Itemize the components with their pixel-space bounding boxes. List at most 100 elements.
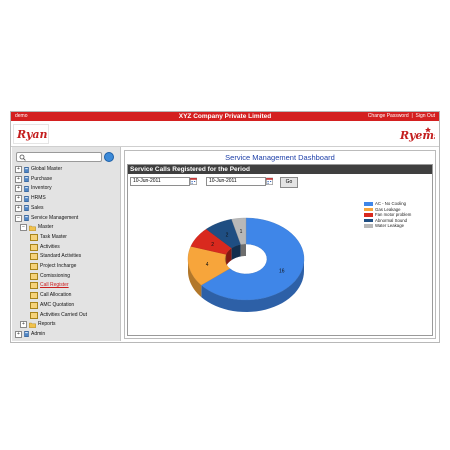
sidebar-item-activities-carried-out[interactable]: Activities Carried Out xyxy=(30,311,87,320)
app-window: demo XYZ Company Private Limited Change … xyxy=(10,111,440,343)
legend-swatch xyxy=(364,224,373,228)
main-content: Service Management Dashboard Service Cal… xyxy=(124,150,436,339)
sidebar-item-label: HRMS xyxy=(31,195,46,202)
sidebar-item-reports[interactable]: + Reports xyxy=(20,320,56,329)
expand-icon[interactable]: + xyxy=(15,330,22,338)
page-icon xyxy=(30,282,38,290)
sidebar-item-label: Activities Carried Out xyxy=(40,311,87,318)
expand-icon[interactable]: + xyxy=(15,195,22,203)
module-icon xyxy=(24,205,29,212)
page-icon xyxy=(30,311,38,319)
sidebar-item-label: Standard Activities xyxy=(40,253,82,260)
menu-search-input[interactable] xyxy=(16,152,102,162)
donut-value-label: 2 xyxy=(211,242,214,248)
legend-swatch xyxy=(364,202,373,206)
sidebar-item-label: Purchase xyxy=(31,175,53,182)
page-icon xyxy=(30,253,38,261)
sidebar-item-label: Global Master xyxy=(31,166,63,172)
page-icon xyxy=(30,292,38,300)
sidebar-item-label: Reports xyxy=(38,321,56,328)
module-icon xyxy=(24,185,29,192)
page-icon xyxy=(30,243,38,251)
account-links: Change Password | Sign Out xyxy=(368,112,435,121)
sidebar-item-hrms[interactable]: + HRMS xyxy=(15,194,46,203)
sidebar-item-global-master[interactable]: + Global Master xyxy=(15,165,62,174)
sidebar-item-task-master[interactable]: Task Master xyxy=(30,233,67,242)
sidebar-item-label: Inventory xyxy=(31,185,52,192)
sidebar-item-label: AMC Quotation xyxy=(40,301,75,308)
sign-out-link[interactable]: Sign Out xyxy=(416,113,435,119)
sidebar-item-label: Admin xyxy=(31,330,46,337)
calendar-icon[interactable] xyxy=(266,177,273,185)
donut-value-label: 4 xyxy=(206,262,209,268)
legend-label: Water Leakage xyxy=(375,223,404,228)
sidebar-item-inventory[interactable]: + Inventory xyxy=(15,184,52,193)
module-icon xyxy=(24,331,29,338)
sidebar-item-activities[interactable]: Activities xyxy=(30,243,60,252)
sidebar-item-purchase[interactable]: + Purchase xyxy=(15,175,52,184)
module-icon xyxy=(24,215,29,221)
page-icon xyxy=(30,263,38,270)
legend-swatch xyxy=(364,213,373,217)
change-password-link[interactable]: Change Password xyxy=(368,113,409,119)
expand-icon[interactable]: + xyxy=(15,204,22,212)
sidebar-item-label: Service Management xyxy=(31,214,79,221)
page-icon xyxy=(30,301,38,309)
product-logo: Ryems xyxy=(399,125,435,143)
sidebar-item-label: Call Register xyxy=(40,282,69,289)
panel-title: Service Calls Registered for the Period xyxy=(128,165,432,174)
service-calls-panel: Service Calls Registered for the Period … xyxy=(127,164,433,336)
page-icon xyxy=(30,233,38,241)
folder-icon xyxy=(29,225,36,231)
sidebar-item-label: Comissioning xyxy=(40,272,71,279)
calendar-icon[interactable] xyxy=(190,177,197,185)
search-go-button[interactable] xyxy=(104,152,114,162)
legend-label: Fan motor problem xyxy=(375,212,412,217)
sidebar-item-master[interactable]: − Master xyxy=(20,223,53,232)
company-logo: Ryan xyxy=(13,124,49,144)
sidebar-item-sales[interactable]: + Sales xyxy=(15,204,44,213)
donut-value-label: 16 xyxy=(279,269,285,275)
sidebar-item-label: Task Master xyxy=(40,233,67,240)
expand-icon[interactable]: + xyxy=(20,321,27,329)
sidebar-item-comissioning[interactable]: Comissioning xyxy=(30,272,70,281)
expand-icon[interactable]: + xyxy=(15,166,22,173)
sidebar: + Global Master + Purchase + Inventory + HRMS + S… xyxy=(12,147,121,341)
donut-value-label: 1 xyxy=(240,229,243,235)
top-bar: demo XYZ Company Private Limited Change … xyxy=(11,112,439,121)
legend-label: Gas Leakage xyxy=(375,206,401,212)
sidebar-item-label: Call Allocation xyxy=(40,292,72,299)
sidebar-item-standard-activities[interactable]: Standard Activities xyxy=(30,252,81,261)
link-separator: | xyxy=(411,113,413,119)
sidebar-item-label: Master xyxy=(38,224,54,231)
sidebar-item-call-register[interactable]: Call Register xyxy=(30,281,69,290)
module-icon xyxy=(24,166,29,173)
page-icon xyxy=(30,272,38,280)
to-date-input[interactable]: 10-Jun-2011 xyxy=(206,177,266,186)
sidebar-item-service-management[interactable]: − Service Management xyxy=(15,214,78,223)
dashboard-title: Service Management Dashboard xyxy=(225,153,335,162)
collapse-icon[interactable]: − xyxy=(15,214,22,222)
chart-legend: AC - No Cooling Gas Leakage Fan motor prob… xyxy=(364,201,411,229)
legend-swatch xyxy=(364,218,373,222)
sidebar-item-label: Activities xyxy=(40,243,60,250)
folder-icon xyxy=(29,322,36,328)
svg-text:Ryan: Ryan xyxy=(16,128,47,141)
sidebar-item-project-incharge[interactable]: Project Incharge xyxy=(30,262,76,271)
donut-inner-wall xyxy=(240,244,246,257)
logo-bar: Ryan Ryems xyxy=(11,121,439,147)
donut-value-label: 2 xyxy=(226,232,229,238)
expand-icon[interactable]: + xyxy=(15,175,22,183)
sidebar-item-admin[interactable]: + Admin xyxy=(15,330,45,339)
legend-label: Abnormal Sound xyxy=(375,217,408,223)
sidebar-item-label: Project Incharge xyxy=(40,263,77,269)
search-icon xyxy=(19,154,26,161)
from-date-input[interactable]: 10-Jun-2011 xyxy=(130,177,190,186)
sidebar-item-amc-quotation[interactable]: AMC Quotation xyxy=(30,301,74,310)
module-icon xyxy=(24,176,29,183)
module-icon xyxy=(24,195,29,202)
expand-icon[interactable]: + xyxy=(15,185,22,193)
legend-swatch xyxy=(364,207,373,211)
collapse-icon[interactable]: − xyxy=(20,224,27,232)
sidebar-item-call-allocation[interactable]: Call Allocation xyxy=(30,291,71,300)
